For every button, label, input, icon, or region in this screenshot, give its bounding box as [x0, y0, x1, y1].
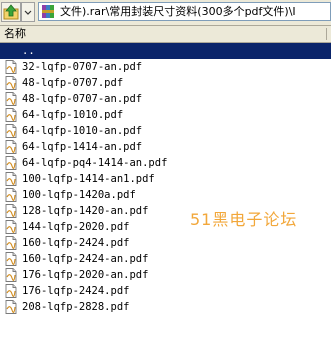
column-separator[interactable] [326, 28, 327, 40]
file-list: .. 32-lqfp-0707-an.pdf 48-lqfp-0707.pdf … [0, 43, 331, 315]
file-name: 64-lqfp-1010-an.pdf [22, 125, 143, 137]
toolbar: 文件).rar\常用封装尺寸资料(300多个pdf文件)\I [0, 0, 331, 26]
pdf-file-icon [5, 76, 17, 90]
file-row[interactable]: 100-lqfp-1420a.pdf [0, 187, 331, 203]
chevron-down-icon [24, 10, 32, 15]
pdf-file-icon [5, 124, 17, 138]
file-row[interactable]: 160-lqfp-2424-an.pdf [0, 251, 331, 267]
pdf-file-icon [5, 172, 17, 186]
path-field[interactable]: 文件).rar\常用封装尺寸资料(300多个pdf文件)\I [38, 2, 331, 21]
pdf-file-icon [5, 188, 17, 202]
file-name: 100-lqfp-1414-an1.pdf [22, 173, 155, 185]
file-name: 128-lqfp-1420-an.pdf [22, 205, 149, 217]
file-name: 160-lqfp-2424.pdf [22, 237, 130, 249]
file-row[interactable]: 64-lqfp-pq4-1414-an.pdf [0, 155, 331, 171]
file-row[interactable]: 176-lqfp-2424.pdf [0, 283, 331, 299]
file-name: 176-lqfp-2424.pdf [22, 285, 130, 297]
up-folder-button[interactable] [1, 2, 21, 22]
pdf-file-icon [5, 220, 17, 234]
pdf-file-icon [5, 252, 17, 266]
file-name: 32-lqfp-0707-an.pdf [22, 61, 143, 73]
pdf-file-icon [5, 92, 17, 106]
file-row[interactable]: 100-lqfp-1414-an1.pdf [0, 171, 331, 187]
column-header-name[interactable]: 名称 [4, 27, 26, 41]
pdf-file-icon [5, 268, 17, 282]
file-row[interactable]: 208-lqfp-2828.pdf [0, 299, 331, 315]
file-name: 176-lqfp-2020-an.pdf [22, 269, 149, 281]
file-name: 64-lqfp-1414-an.pdf [22, 141, 143, 153]
file-row[interactable]: 32-lqfp-0707-an.pdf [0, 59, 331, 75]
rar-archive-icon [42, 5, 54, 18]
file-row[interactable]: 176-lqfp-2020-an.pdf [0, 267, 331, 283]
file-name: 48-lqfp-0707.pdf [22, 77, 124, 89]
file-row[interactable]: 48-lqfp-0707-an.pdf [0, 91, 331, 107]
file-name: 48-lqfp-0707-an.pdf [22, 93, 143, 105]
pdf-file-icon [5, 60, 17, 74]
pdf-file-icon [5, 300, 17, 314]
file-name: 144-lqfp-2020.pdf [22, 221, 130, 233]
file-row[interactable]: 160-lqfp-2424.pdf [0, 235, 331, 251]
pdf-file-icon [5, 284, 17, 298]
file-name: 208-lqfp-2828.pdf [22, 301, 130, 313]
view-dropdown-button[interactable] [21, 2, 35, 22]
watermark-text: 51黑电子论坛 [190, 210, 298, 229]
file-row[interactable]: 64-lqfp-1414-an.pdf [0, 139, 331, 155]
file-name: 64-lqfp-pq4-1414-an.pdf [22, 157, 168, 169]
pdf-file-icon [5, 140, 17, 154]
file-row[interactable]: 64-lqfp-1010-an.pdf [0, 123, 331, 139]
file-name: 100-lqfp-1420a.pdf [22, 189, 136, 201]
column-header-bar: 名称 [0, 26, 331, 43]
pdf-file-icon [5, 236, 17, 250]
file-row[interactable]: 64-lqfp-1010.pdf [0, 107, 331, 123]
path-text: 文件).rar\常用封装尺寸资料(300多个pdf文件)\I [60, 5, 296, 18]
file-name: .. [22, 45, 35, 57]
pdf-file-icon [5, 156, 17, 170]
pdf-file-icon [5, 204, 17, 218]
file-name: 64-lqfp-1010.pdf [22, 109, 124, 121]
parent-folder-row[interactable]: .. [0, 43, 331, 59]
file-name: 160-lqfp-2424-an.pdf [22, 253, 149, 265]
file-row[interactable]: 48-lqfp-0707.pdf [0, 75, 331, 91]
up-arrow-icon [3, 4, 19, 20]
pdf-file-icon [5, 108, 17, 122]
